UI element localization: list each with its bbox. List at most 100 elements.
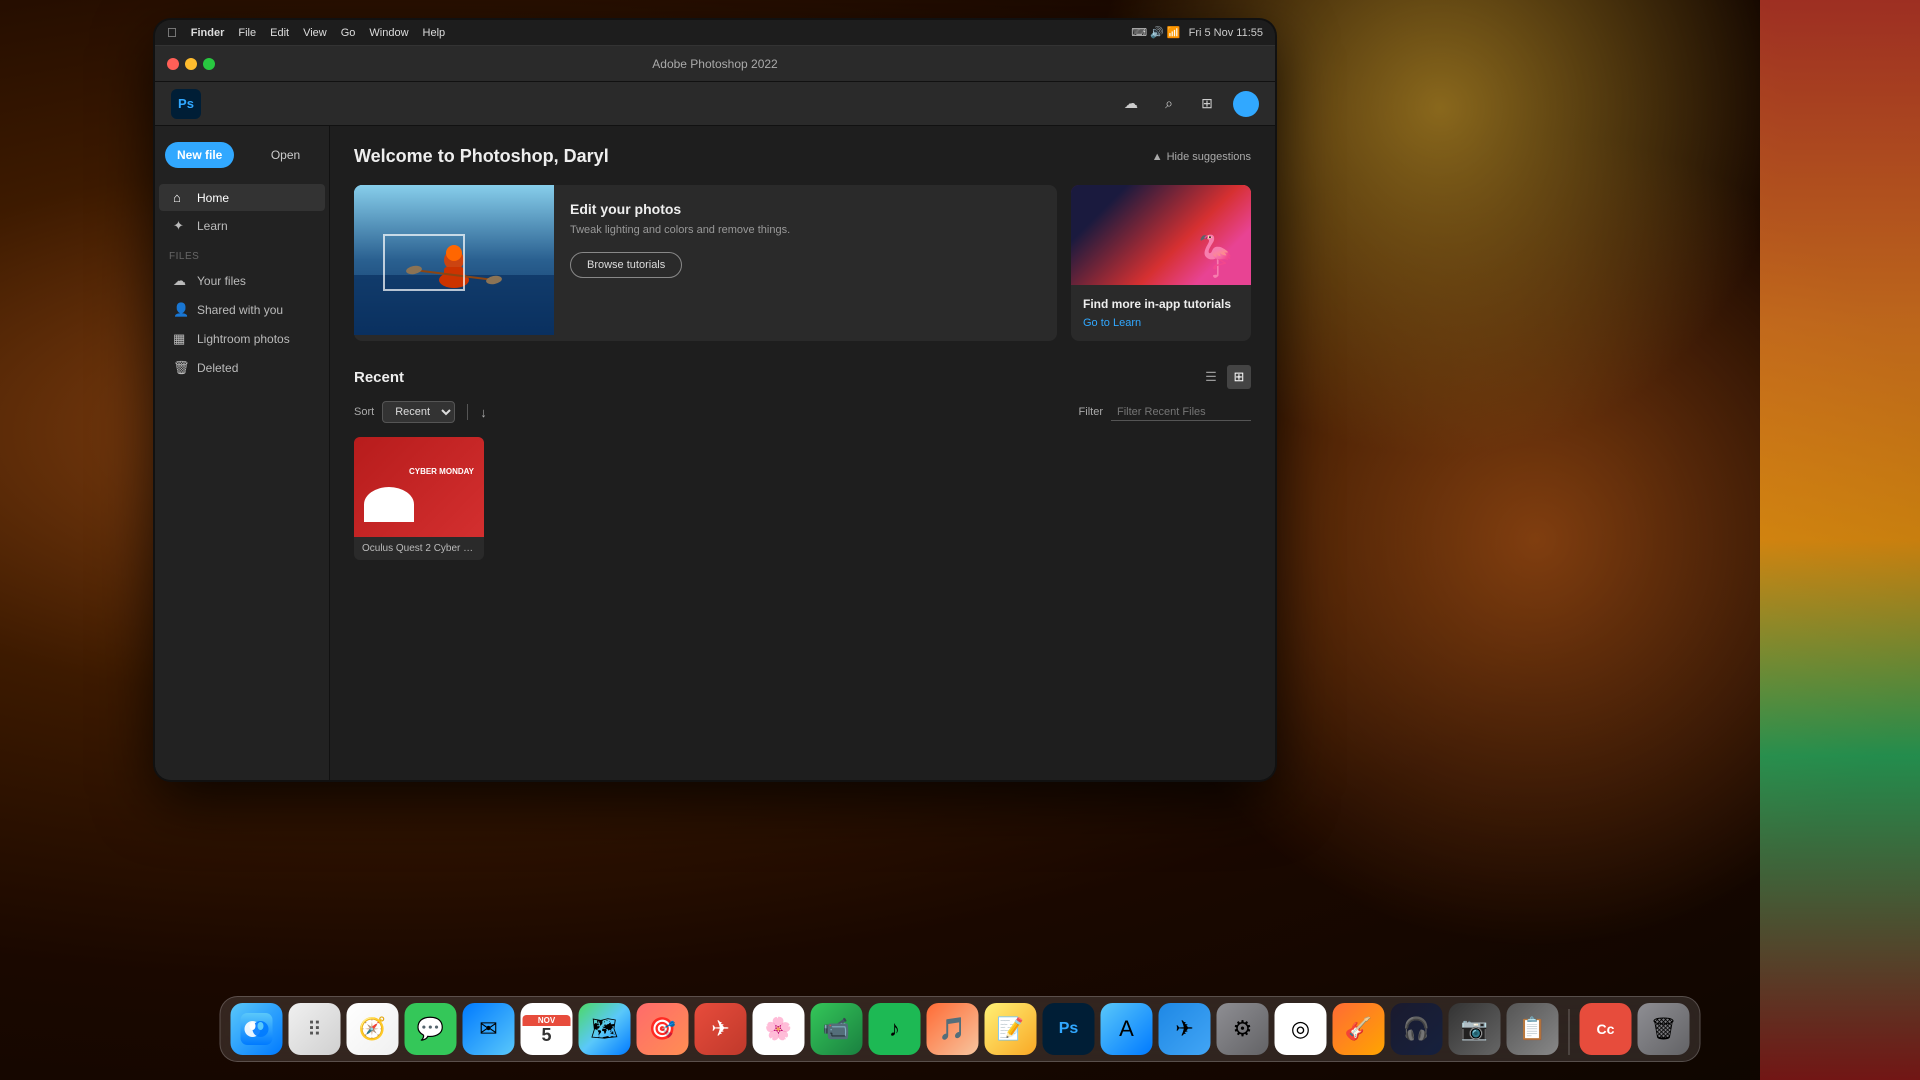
sidebar-item-deleted[interactable]: 🗑 Deleted bbox=[159, 354, 325, 382]
window-titlebar: Adobe Photoshop 2022 bbox=[155, 46, 1275, 82]
hide-suggestions-button[interactable]: ▲ Hide suggestions bbox=[1152, 151, 1251, 163]
dock-maps[interactable]: 🗺 bbox=[579, 1003, 631, 1055]
minimize-button[interactable] bbox=[185, 58, 197, 70]
menubar-icons: ⌨ 🔊 📶 bbox=[1131, 26, 1180, 39]
recent-title: Recent bbox=[354, 369, 404, 386]
dock-photos-app[interactable]: 🌸 bbox=[753, 1003, 805, 1055]
dock-launchpad[interactable]: ⠿ bbox=[289, 1003, 341, 1055]
lightroom-label: Lightroom photos bbox=[197, 332, 290, 346]
sort-label: Sort bbox=[354, 406, 374, 418]
grid-view-button[interactable]: ⊞ bbox=[1227, 365, 1251, 389]
dock-trash[interactable]: 🗑 bbox=[1638, 1003, 1690, 1055]
open-button[interactable]: Open bbox=[259, 142, 312, 168]
your-files-label: Your files bbox=[197, 274, 246, 288]
view-menu[interactable]: View bbox=[303, 27, 327, 39]
lightroom-icon: ▦ bbox=[173, 331, 189, 347]
sidebar-item-lightroom[interactable]: ▦ Lightroom photos bbox=[159, 325, 325, 353]
dock-notes[interactable]: 📝 bbox=[985, 1003, 1037, 1055]
dock-finder[interactable] bbox=[231, 1003, 283, 1055]
dock-image-capture[interactable]: 📷 bbox=[1449, 1003, 1501, 1055]
files-section-label: FILES bbox=[155, 241, 329, 266]
dock-freeform[interactable]: 🎯 bbox=[637, 1003, 689, 1055]
finder-menu[interactable]: Finder bbox=[191, 27, 225, 39]
dock-clipmenu[interactable]: 📋 bbox=[1507, 1003, 1559, 1055]
dock-spotify[interactable]: ♪ bbox=[869, 1003, 921, 1055]
calendar-month: NOV bbox=[523, 1015, 571, 1026]
calendar-day: 5 bbox=[541, 1026, 551, 1044]
recent-controls: Sort Recent ↓ Filter bbox=[354, 401, 1251, 423]
file-menu[interactable]: File bbox=[238, 27, 256, 39]
filter-input[interactable] bbox=[1111, 404, 1251, 421]
macbook-screen:  Finder File Edit View Go Window Help ⌨… bbox=[155, 20, 1275, 780]
dock-calendar[interactable]: NOV 5 bbox=[521, 1003, 573, 1055]
close-button[interactable] bbox=[167, 58, 179, 70]
sort-direction-icon[interactable]: ↓ bbox=[480, 405, 487, 420]
edit-menu[interactable]: Edit bbox=[270, 27, 289, 39]
sidebar-home-label: Home bbox=[197, 191, 229, 205]
sort-divider bbox=[467, 404, 468, 420]
recent-section: Recent ☰ ⊞ Sort Recent ↓ bbox=[354, 365, 1251, 560]
cloud-icon[interactable]: ☁ bbox=[1119, 92, 1143, 116]
search-icon[interactable]: ⌕ bbox=[1157, 92, 1181, 116]
sidebar-item-home[interactable]: ⌂ Home bbox=[159, 184, 325, 211]
dock-safari[interactable]: 🧭 bbox=[347, 1003, 399, 1055]
sidebar-nav: ⌂ Home ✦ Learn bbox=[155, 184, 329, 240]
traffic-lights bbox=[167, 58, 215, 70]
sidebar-item-your-files[interactable]: ☁ Your files bbox=[159, 267, 325, 295]
dock-headphones[interactable]: 🎧 bbox=[1391, 1003, 1443, 1055]
cyber-monday-image bbox=[354, 437, 484, 537]
shared-icon: 👤 bbox=[173, 302, 189, 318]
dock-messages[interactable]: 💬 bbox=[405, 1003, 457, 1055]
mac-dock: ⠿ 🧭 💬 ✉ NOV 5 🗺 🎯 ✈ 🌸 📹 ♪ 🎵 📝 Ps A ✈ ⚙ ◎… bbox=[220, 996, 1701, 1062]
learn-icon: ✦ bbox=[173, 218, 189, 234]
user-avatar[interactable] bbox=[1233, 91, 1259, 117]
list-view-button[interactable]: ☰ bbox=[1199, 365, 1223, 389]
browse-tutorials-button[interactable]: Browse tutorials bbox=[570, 252, 682, 278]
dock-facetime[interactable]: 📹 bbox=[811, 1003, 863, 1055]
edit-photos-title: Edit your photos bbox=[570, 201, 1041, 217]
app-bar-actions: ☁ ⌕ ⊞ bbox=[1119, 91, 1259, 117]
dock-adobecc[interactable]: Cc bbox=[1580, 1003, 1632, 1055]
welcome-title: Welcome to Photoshop, Daryl bbox=[354, 146, 609, 167]
dock-garageband[interactable]: 🎸 bbox=[1333, 1003, 1385, 1055]
fullscreen-button[interactable] bbox=[203, 58, 215, 70]
hide-chevron-icon: ▲ bbox=[1152, 151, 1163, 163]
dock-capo[interactable]: 🎵 bbox=[927, 1003, 979, 1055]
sort-select[interactable]: Recent bbox=[382, 401, 455, 423]
shared-label: Shared with you bbox=[197, 303, 283, 317]
right-decoration bbox=[1760, 0, 1920, 1080]
ps-content-area: Welcome to Photoshop, Daryl ▲ Hide sugge… bbox=[330, 126, 1275, 780]
dock-system-prefs[interactable]: ⚙ bbox=[1217, 1003, 1269, 1055]
edit-photos-desc: Tweak lighting and colors and remove thi… bbox=[570, 223, 1041, 238]
recent-file-item[interactable]: Oculus Quest 2 Cyber Monday bbox=[354, 437, 484, 560]
dock-divider bbox=[1569, 1009, 1570, 1055]
new-file-button[interactable]: New file bbox=[165, 142, 234, 168]
dock-mail[interactable]: ✉ bbox=[463, 1003, 515, 1055]
apple-menu[interactable]:  bbox=[167, 25, 177, 40]
dock-appstore[interactable]: A bbox=[1101, 1003, 1153, 1055]
view-toggle: ☰ ⊞ bbox=[1199, 365, 1251, 389]
hide-suggestions-label: Hide suggestions bbox=[1167, 151, 1251, 163]
dock-photoshop[interactable]: Ps bbox=[1043, 1003, 1095, 1055]
dock-airmail[interactable]: ✈ bbox=[695, 1003, 747, 1055]
go-menu[interactable]: Go bbox=[341, 27, 356, 39]
home-icon: ⌂ bbox=[173, 190, 189, 205]
filter-area: Filter bbox=[1079, 404, 1251, 421]
sidebar-item-shared[interactable]: 👤 Shared with you bbox=[159, 296, 325, 324]
window-menu[interactable]: Window bbox=[369, 27, 408, 39]
deleted-icon: 🗑 bbox=[173, 360, 189, 376]
filter-label: Filter bbox=[1079, 406, 1103, 418]
headset-shape bbox=[364, 487, 414, 522]
tutorial-title: Find more in-app tutorials bbox=[1083, 297, 1239, 311]
file-name: Oculus Quest 2 Cyber Monday bbox=[354, 537, 484, 560]
ps-app-bar: Ps ☁ ⌕ ⊞ bbox=[155, 82, 1275, 126]
welcome-header: Welcome to Photoshop, Daryl ▲ Hide sugge… bbox=[354, 146, 1251, 167]
window-title: Adobe Photoshop 2022 bbox=[652, 57, 777, 71]
help-menu[interactable]: Help bbox=[423, 27, 446, 39]
sidebar-item-learn[interactable]: ✦ Learn bbox=[159, 212, 325, 240]
dock-testflight[interactable]: ✈ bbox=[1159, 1003, 1211, 1055]
recent-header: Recent ☰ ⊞ bbox=[354, 365, 1251, 389]
dock-chrome[interactable]: ◎ bbox=[1275, 1003, 1327, 1055]
plugins-icon[interactable]: ⊞ bbox=[1195, 92, 1219, 116]
go-to-learn-link[interactable]: Go to Learn bbox=[1083, 317, 1239, 329]
